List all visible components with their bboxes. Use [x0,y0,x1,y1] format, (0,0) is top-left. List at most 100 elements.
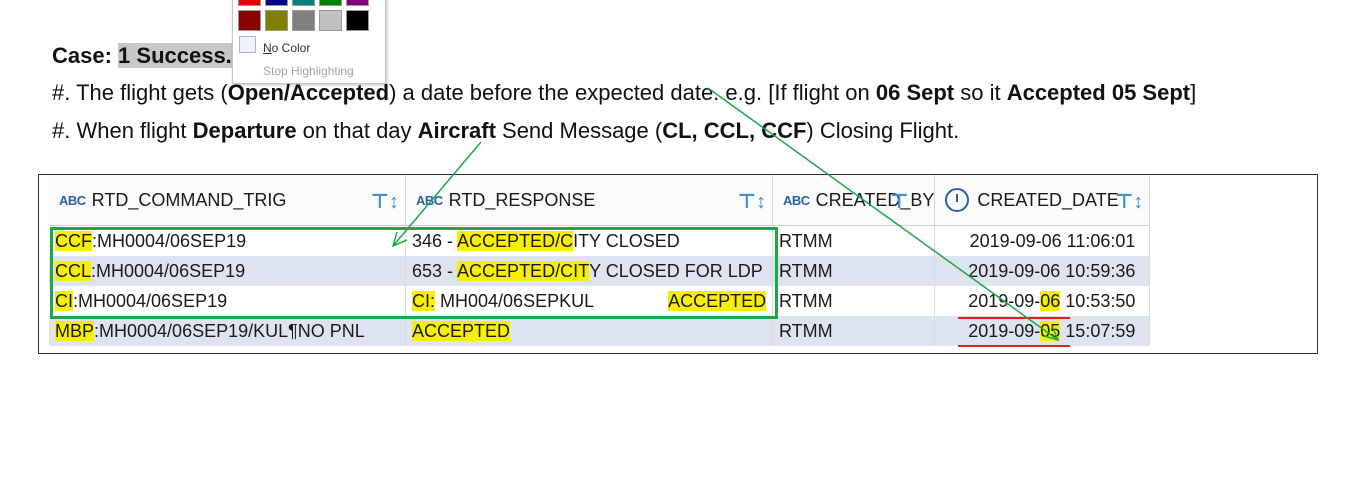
col-header-label: CREATED_DATE [977,189,1119,210]
color-swatch[interactable] [319,10,342,31]
command-rest: :MH0004/06SEP19 [91,260,246,281]
text-type-icon: ABC [783,192,810,208]
line1-accepted-date: Accepted 05 Sept [1006,80,1191,105]
command-code: CCL [55,260,92,281]
color-swatch[interactable] [319,0,342,6]
command-rest: :MH0004/06SEP19/KUL¶NO PNL [94,320,365,341]
cell-created-date[interactable]: 2019-09-05 15:07:59 [934,316,1151,346]
color-swatch[interactable] [238,0,261,6]
cell-created-date[interactable]: 2019-09-06 11:06:01 [934,225,1151,256]
result-grid: ABC RTD_COMMAND_TRIG ⊤↕ ABC RTD_RESPONSE ⊤… [38,174,1318,354]
case-value: 1 Success. [118,43,232,68]
line2-departure: Departure [192,118,297,143]
table-row[interactable]: CCL:MH0004/06SEP19 653 - ACCEPTED/CITY CL… [49,256,1151,286]
cell-command-trig[interactable]: CCL:MH0004/06SEP19 [49,256,406,286]
command-rest: :MH0004/06SEP19 [73,290,228,311]
created-by-value: RTMM [779,230,833,251]
command-code: CI [55,290,73,311]
cell-response[interactable]: 653 - ACCEPTED/CITY CLOSED FOR LDP [405,256,773,286]
color-swatch[interactable] [346,10,369,31]
cell-created-by[interactable]: RTMM [772,286,936,316]
response-suffix: Y CLOSED FOR LDP [589,260,763,281]
description-line-2: #. When flight Departure on that day Air… [52,117,959,145]
date-highlight: 06 [1040,290,1061,311]
response-suffix: ITY CLOSED [573,230,680,251]
col-header-created-date[interactable]: CREATED_DATE ⊤↕ [934,175,1151,226]
created-by-value: RTMM [779,260,833,281]
no-color-option[interactable]: No Color [263,41,310,55]
highlight-color-popup: No Color Stop Highlighting [232,0,386,84]
line1-prefix: #. The flight gets ( [52,80,228,105]
line2-mid: on that day [296,118,418,143]
filter-sort-icon[interactable]: ⊤ [890,189,908,214]
color-swatch[interactable] [292,0,315,6]
cell-command-trig[interactable]: MBP:MH0004/06SEP19/KUL¶NO PNL [49,316,406,346]
cell-response[interactable]: 346 - ACCEPTED/CITY CLOSED [405,225,773,256]
filter-sort-icon[interactable]: ⊤↕ [738,189,766,214]
line1-mid2: so it [954,80,1007,105]
clock-icon [945,188,970,212]
date-suffix: 15:07:59 [1060,320,1136,341]
col-header-created-by[interactable]: ABC CREATED_BY ⊤ [772,175,936,226]
cell-created-date[interactable]: 2019-09-06 10:53:50 [934,286,1151,316]
swatch-row-top [238,0,369,6]
color-swatch[interactable] [346,0,369,6]
date-highlight: 05 [1040,320,1061,341]
color-swatch[interactable] [292,10,315,31]
red-underline-1 [958,317,1070,319]
cell-command-trig[interactable]: CCF:MH0004/06SEP19 [49,225,406,256]
cell-created-date[interactable]: 2019-09-06 10:59:36 [934,256,1151,286]
no-color-accelerator: N [263,41,272,55]
line2-aircraft: Aircraft [417,118,496,143]
col-header-rtd-command-trig[interactable]: ABC RTD_COMMAND_TRIG ⊤↕ [49,175,406,226]
case-label: Case: [52,43,112,68]
table-row[interactable]: MBP:MH0004/06SEP19/KUL¶NO PNL ACCEPTED RTM… [49,316,1151,346]
col-header-rtd-response[interactable]: ABC RTD_RESPONSE ⊤↕ [405,175,773,226]
cell-created-by[interactable]: RTMM [772,256,936,286]
swatch-row-bottom [238,10,369,31]
cell-command-trig[interactable]: CI:MH0004/06SEP19 [49,286,406,316]
table-row[interactable]: CCF:MH0004/06SEP19 346 - ACCEPTED/CITY CL… [49,225,1151,256]
cell-response[interactable]: CI: MH004/06SEPKUL ACCEPTED [405,286,773,316]
date-prefix: 2019-09-06 11:06:01 [969,230,1136,251]
response-suffix: MH004/06SEPKUL [435,290,595,311]
line1-suffix: ] [1190,80,1197,105]
red-underline-2 [958,345,1070,347]
response-highlight: ACCEPTED/C [457,230,574,251]
line1-mid: ) a date before the expected date. e.g. … [389,80,876,105]
color-swatch[interactable] [265,10,288,31]
col-header-label: RTD_COMMAND_TRIG [91,189,287,210]
response-tail: ACCEPTED [668,290,767,311]
color-swatch[interactable] [238,10,261,31]
filter-sort-icon[interactable]: ⊤↕ [1115,189,1143,214]
line2-prefix: #. When flight [52,118,193,143]
created-by-value: RTMM [779,320,833,341]
result-table: ABC RTD_COMMAND_TRIG ⊤↕ ABC RTD_RESPONSE ⊤… [49,175,1151,346]
command-code: CCF [55,230,92,251]
description-line-1: #. The flight gets (Open/Accepted) a dat… [52,79,1196,107]
response-highlight: ACCEPTED [412,320,511,341]
no-color-icon[interactable] [239,36,256,53]
no-color-label: o Color [271,41,311,55]
response-highlight: CI: [412,290,436,311]
line2-mid2: Send Message ( [495,118,663,143]
table-row[interactable]: CI:MH0004/06SEP19 CI: MH004/06SEPKUL ACCEP… [49,286,1151,316]
color-swatch[interactable] [265,0,288,6]
command-code: MBP [55,320,95,341]
line1-date: 06 Sept [875,80,955,105]
date-prefix: 2019-09- [968,290,1041,311]
response-prefix: 653 - [412,260,458,281]
response-prefix: 346 - [412,230,458,251]
filter-sort-icon[interactable]: ⊤↕ [371,189,399,214]
cell-response[interactable]: ACCEPTED [405,316,773,346]
line2-codes: CL, CCL, CCF [662,118,807,143]
cell-created-by[interactable]: RTMM [772,225,936,256]
created-by-value: RTMM [779,290,833,311]
command-rest: :MH0004/06SEP19 [92,230,247,251]
text-type-icon: ABC [416,192,443,208]
col-header-label: RTD_RESPONSE [448,189,596,210]
line2-suffix: ) Closing Flight. [806,118,960,143]
stop-highlighting-option[interactable]: Stop Highlighting [263,64,354,78]
date-prefix: 2019-09- [968,320,1041,341]
cell-created-by[interactable]: RTMM [772,316,936,346]
